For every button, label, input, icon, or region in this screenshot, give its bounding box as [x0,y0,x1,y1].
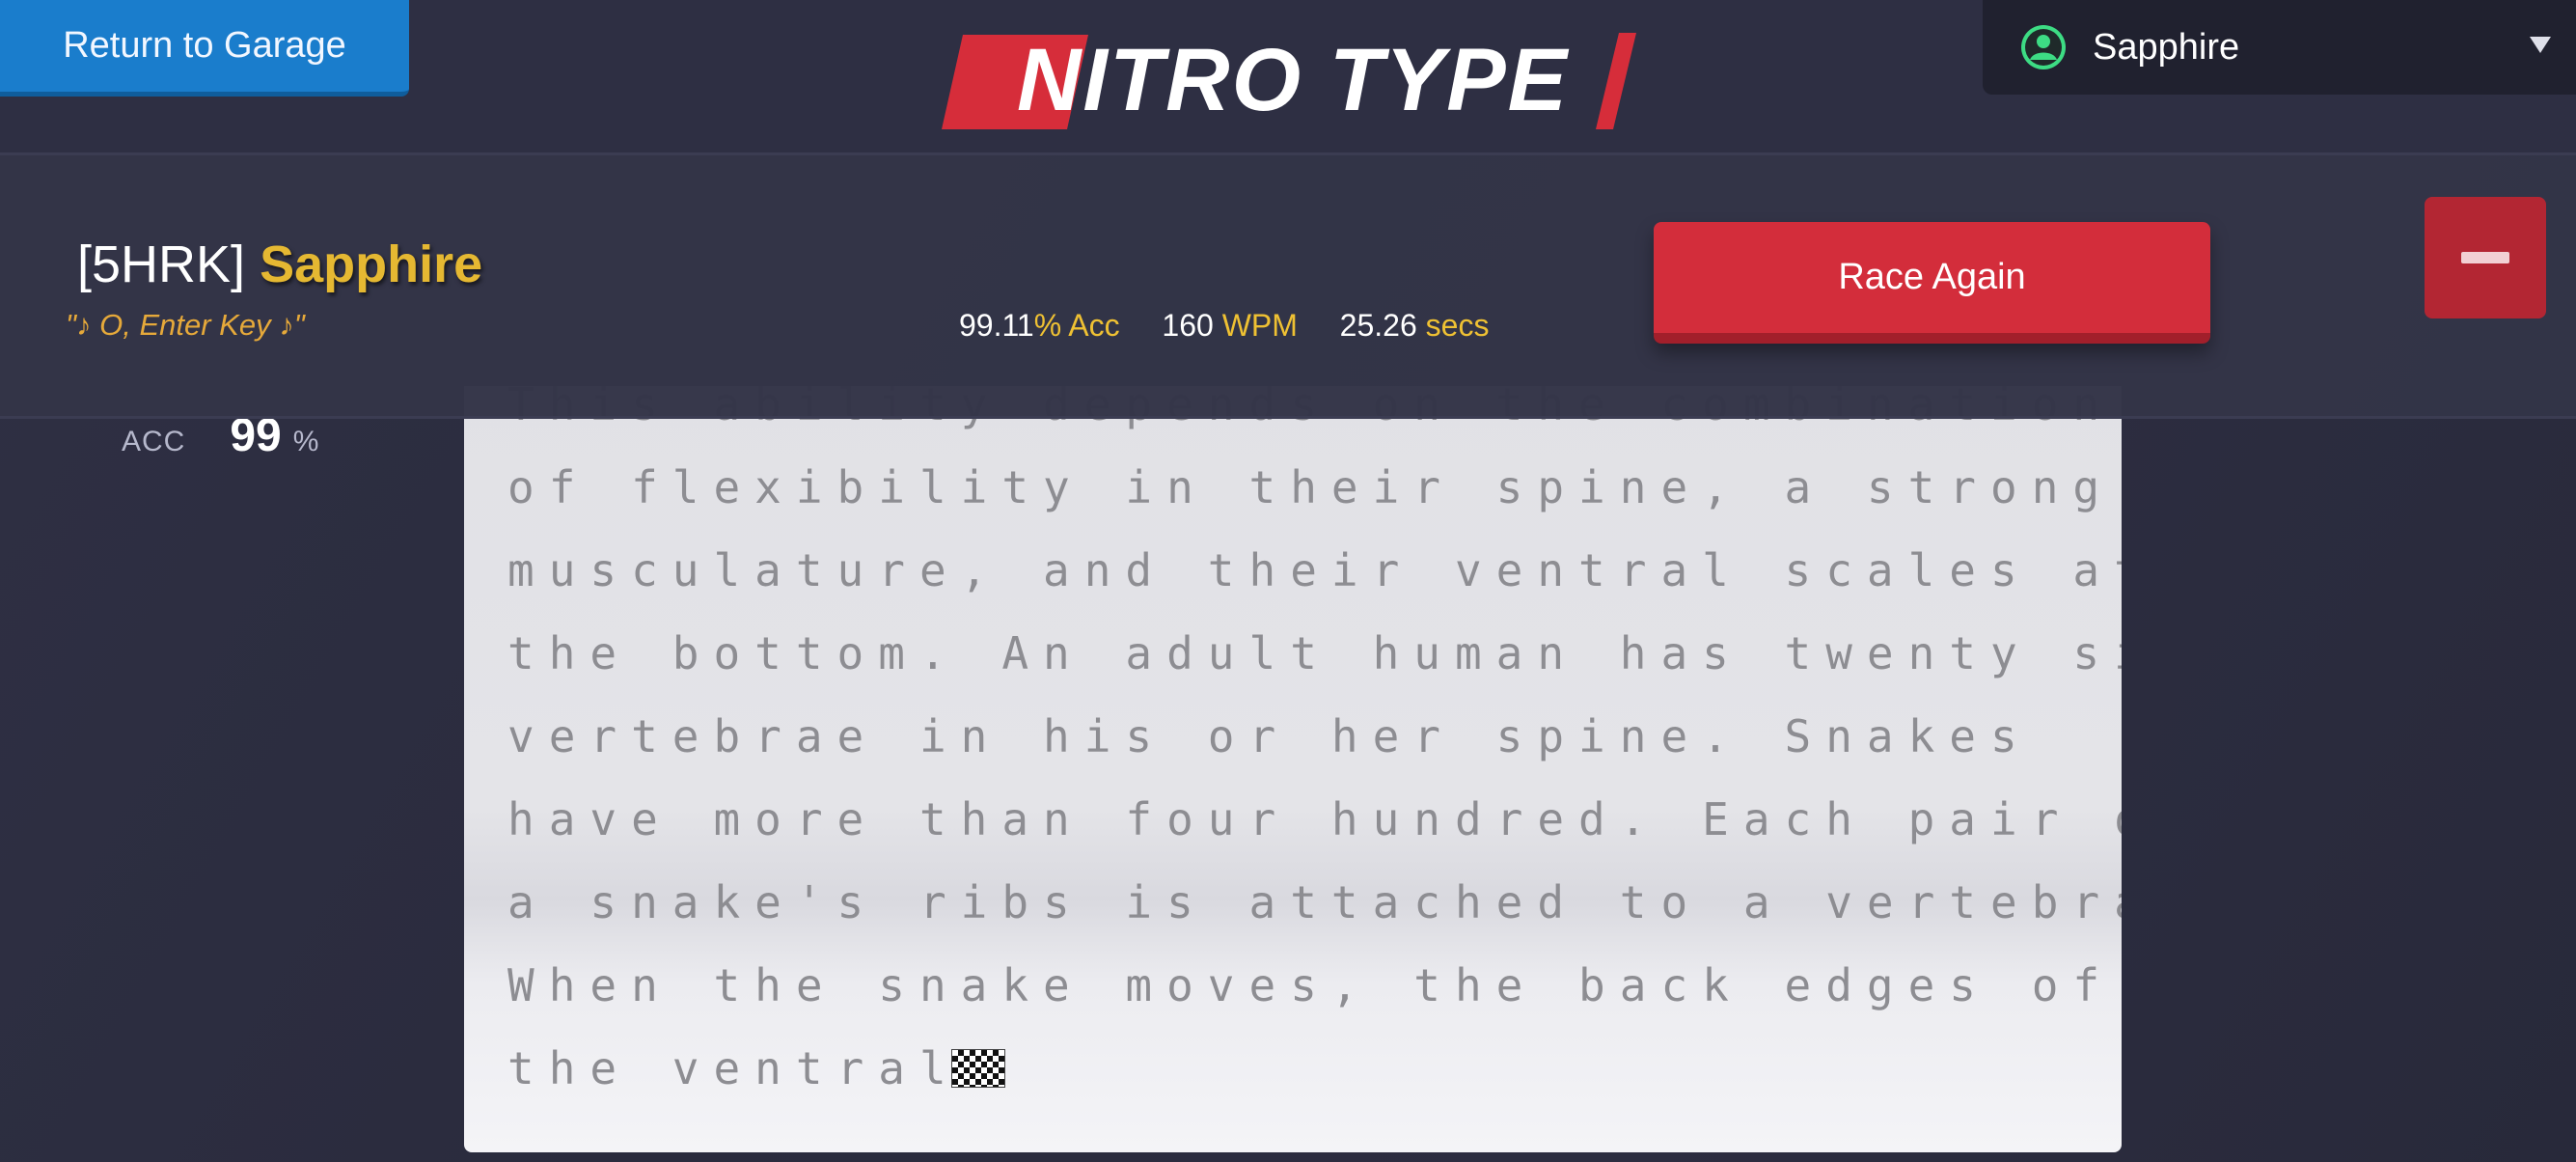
chevron-down-icon [2530,37,2551,53]
return-to-garage-button[interactable]: Return to Garage [0,0,409,97]
race-text-line: musculature, and their ventral scales at [507,544,2122,596]
time-unit: secs [1425,308,1490,343]
user-menu-dropdown[interactable]: Sapphire [1983,0,2576,95]
wpm-unit: WPM [1221,308,1298,343]
race-results-bar: [5HRK] Sapphire "♪ O, Enter Key ♪" 99.11… [0,152,2576,419]
minimize-results-button[interactable] [2425,197,2546,318]
race-text-line-last: the ventral [507,1027,2122,1110]
checkered-flag-icon [950,1049,1005,1088]
acc-label: ACC [122,426,186,457]
wpm-value: 160 [1162,308,1214,343]
accuracy-value: 99.11 [959,308,1034,343]
race-text-line: a snake's ribs is attached to a vertebra… [507,876,2122,928]
race-text-last-words: the ventral [507,1042,961,1094]
player-identity: [5HRK] Sapphire [77,235,482,294]
acc-unit: % [292,426,319,457]
accuracy-unit: % Acc [1033,308,1120,343]
race-text-line: When the snake moves, the back edges of [507,959,2115,1011]
nitro-type-logo: NITRO TYPE [942,31,1636,129]
race-text: This ability depends on the combination … [507,386,2122,1110]
minus-icon [2461,252,2509,263]
time-value: 25.26 [1339,308,1417,343]
user-menu-name: Sapphire [2093,26,2240,68]
player-title: "♪ O, Enter Key ♪" [66,308,305,342]
race-stats: 99.11% Acc 160 WPM 25.26 secs [959,308,1489,344]
race-text-line: have more than four hundred. Each pair o… [507,793,2122,845]
player-name[interactable]: Sapphire [260,235,482,293]
race-text-line: of flexibility in their spine, a strong [507,461,2115,513]
logo-text: NITRO TYPE [1017,31,1570,129]
race-again-button[interactable]: Race Again [1654,222,2210,344]
race-text-line: vertebrae in his or her spine. Snakes [507,710,2032,762]
user-avatar-icon [2021,25,2066,69]
race-text-panel: This ability depends on the combination … [464,386,2122,1152]
race-text-line: the bottom. An adult human has twenty si… [507,627,2122,679]
team-tag[interactable]: [5HRK] [77,235,245,293]
top-bar: Return to Garage NITRO TYPE Sapphire [0,0,2576,152]
